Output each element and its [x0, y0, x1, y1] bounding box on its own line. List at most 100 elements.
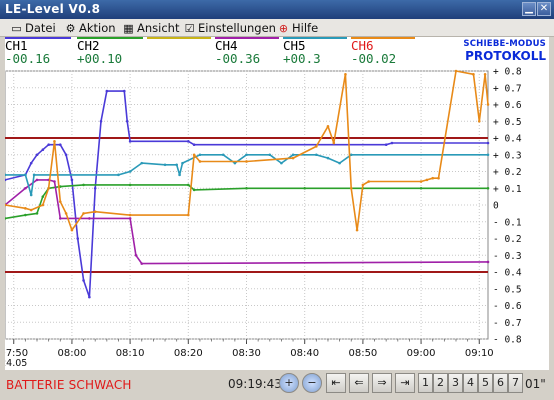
y-tick-label: + 0.5	[493, 117, 522, 128]
channel-ch2[interactable]: CH2 +00.10	[77, 37, 147, 67]
data-point-ch6	[291, 156, 295, 160]
y-tick-label: - 0.6	[493, 301, 522, 312]
menu-ansicht[interactable]: ▦ Ansicht	[122, 20, 179, 36]
arrow-left-icon: ⇐	[354, 376, 364, 389]
data-point-ch6	[245, 160, 248, 163]
first-button[interactable]: ⇤	[326, 373, 346, 393]
channel-color-bar	[5, 37, 71, 39]
y-tick-label: + 0.4	[493, 134, 522, 145]
data-point-ch2	[41, 195, 45, 198]
data-point-ch1	[88, 295, 91, 299]
menu-bar: ▭ Datei ⚙ Aktion ▦ Ansicht ☑ Einstellungen ⊕…	[0, 19, 554, 37]
data-point-ch6	[454, 69, 458, 73]
y-tick-label: + 0.8	[493, 67, 522, 78]
mode-indicator[interactable]: SCHIEBE-MODUS PROTOKOLL	[463, 39, 546, 63]
page-2-button[interactable]: 2	[433, 373, 448, 393]
menu-datei[interactable]: ▭ Datei	[10, 20, 55, 36]
channel-color-bar	[283, 37, 347, 39]
menu-hilfe[interactable]: ⊕ Hilfe	[277, 20, 318, 36]
channel-ch4[interactable]: CH4 -00.36	[215, 37, 281, 67]
y-tick-label: - 0.8	[493, 335, 522, 346]
x-tick-label: 08:00	[58, 348, 87, 359]
gear-icon: ⚙	[65, 22, 76, 35]
data-point-ch1	[128, 140, 132, 143]
data-point-ch6	[437, 176, 440, 180]
page-1-button[interactable]: 1	[418, 373, 433, 393]
data-point-ch5	[198, 153, 202, 157]
page-5-button[interactable]: 5	[478, 373, 493, 393]
channel-value: +00.10	[77, 51, 123, 66]
data-point-ch1	[82, 279, 85, 282]
data-point-ch1	[390, 141, 394, 145]
data-point-ch2	[245, 186, 248, 190]
close-button[interactable]: ✕	[537, 2, 551, 16]
data-point-ch6	[198, 160, 202, 163]
channel-ch5[interactable]: CH5 +00.3	[283, 37, 349, 67]
page-7-button[interactable]: 7	[508, 373, 523, 393]
document-icon: ▭	[11, 22, 22, 35]
data-point-ch1	[122, 89, 126, 93]
data-point-ch5	[178, 173, 181, 177]
channel-color-bar	[77, 37, 143, 39]
x-tick-label: 09:00	[407, 348, 436, 359]
x-tick-label: 08:50	[348, 348, 377, 359]
data-point-ch5	[175, 163, 178, 167]
channel-ch3[interactable]	[147, 37, 213, 67]
minimize-button[interactable]: ▁	[522, 2, 536, 16]
data-point-ch6	[47, 186, 50, 190]
data-point-ch1	[384, 143, 388, 146]
last-button[interactable]: ⇥	[395, 373, 415, 393]
data-point-ch6	[326, 124, 330, 128]
data-point-ch5	[338, 161, 341, 165]
data-point-ch6	[315, 145, 318, 148]
x-tick-label: 08:40	[290, 348, 319, 359]
data-point-ch1	[187, 140, 190, 143]
x-tick-label: 09:10	[465, 348, 494, 359]
level-chart[interactable]: + 0.8 + 0.7 + 0.6 + 0.5 + 0.4 + 0.3 + 0.2 + 0.1…	[0, 67, 549, 370]
data-point-ch6	[93, 210, 97, 213]
data-point-ch1	[93, 186, 97, 190]
data-point-ch6	[483, 73, 487, 76]
first-icon: ⇤	[331, 376, 341, 389]
channel-ch6[interactable]: CH6 -00.02	[351, 37, 417, 67]
data-point-ch2	[82, 183, 85, 187]
y-tick-label: + 0.7	[493, 83, 522, 94]
data-point-ch1	[105, 89, 109, 93]
x-tick-label: 08:10	[116, 348, 145, 359]
data-point-ch1	[192, 143, 196, 146]
data-point-ch4	[128, 217, 132, 220]
data-point-ch6	[128, 213, 132, 217]
prev-button[interactable]: ⇐	[349, 373, 369, 393]
data-point-ch2	[303, 186, 306, 190]
y-tick-label: - 0.2	[493, 234, 522, 245]
channel-name: CH2	[77, 38, 100, 53]
menu-einstellungen[interactable]: ☑ Einstellungen	[183, 20, 276, 36]
page-3-button[interactable]: 3	[448, 373, 463, 393]
y-tick-label: + 0.6	[493, 100, 522, 111]
data-point-ch6	[29, 208, 33, 212]
y-tick-label: - 0.7	[493, 318, 522, 329]
mode-value: PROTOKOLL	[465, 49, 546, 63]
data-point-ch2	[35, 212, 39, 215]
help-icon: ⊕	[278, 22, 289, 35]
y-tick-label: - 0.1	[493, 217, 522, 228]
channel-ch1[interactable]: CH1 -00.16	[5, 37, 75, 67]
data-point-ch5	[291, 153, 295, 157]
clock-readout: 09:19:43	[228, 377, 282, 391]
data-point-ch6	[472, 73, 475, 76]
data-point-ch5	[326, 156, 330, 160]
battery-warning: BATTERIE SCHWACH	[6, 378, 132, 392]
chart-area[interactable]: + 0.8 + 0.7 + 0.6 + 0.5 + 0.4 + 0.3 + 0.2 + 0.1…	[0, 67, 549, 370]
page-6-button[interactable]: 6	[493, 373, 508, 393]
y-tick-label: + 0.1	[493, 184, 522, 195]
channel-name: CH1	[5, 38, 28, 53]
data-point-ch5	[315, 153, 318, 157]
zoom-in-button[interactable]: +	[279, 373, 299, 393]
next-button[interactable]: ⇒	[372, 373, 392, 393]
arrow-right-icon: ⇒	[377, 376, 387, 389]
zoom-out-button[interactable]: −	[302, 373, 322, 393]
page-4-button[interactable]: 4	[463, 373, 478, 393]
data-point-ch6	[58, 200, 62, 203]
menu-aktion[interactable]: ⚙ Aktion	[64, 20, 116, 36]
x-tick-label: 08:20	[174, 348, 203, 359]
